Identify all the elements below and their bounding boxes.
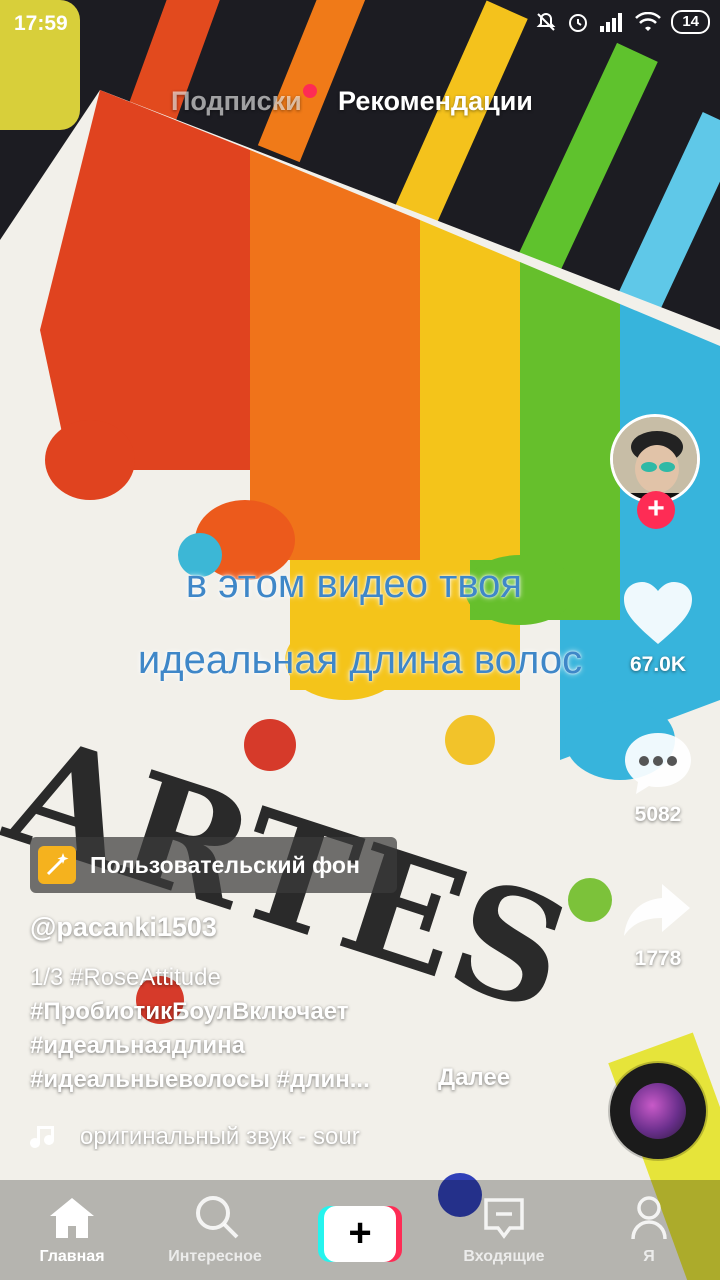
signal-icon	[600, 13, 623, 32]
nav-home-label: Главная	[39, 1248, 105, 1265]
music-cover	[630, 1083, 686, 1139]
effect-label: Пользовательский фон	[90, 851, 360, 878]
more-button[interactable]: Далее	[438, 1064, 510, 1092]
comment-icon	[625, 733, 691, 794]
comment-count: 5082	[634, 803, 682, 826]
music-disc[interactable]	[610, 1063, 706, 1159]
video-caption-line-1: в этом видео твоя	[185, 562, 523, 606]
nav-inbox-label: Входящие	[463, 1248, 545, 1265]
share-button[interactable]: 1778	[608, 880, 708, 971]
alarm-icon	[569, 14, 588, 32]
music-note-icon	[30, 1126, 54, 1148]
inbox-icon	[484, 1198, 524, 1239]
feed-tabs: Подписки Рекомендации	[0, 86, 720, 126]
description-line-1: 1/3 #RoseAttitude	[30, 964, 221, 991]
plus-icon: +	[324, 1206, 396, 1262]
tab-following[interactable]: Подписки	[171, 86, 302, 117]
heart-icon	[624, 582, 692, 644]
hashtag-link[interactable]: #идеальныеволосы #длин...	[30, 1066, 370, 1094]
follow-button[interactable]: +	[637, 491, 675, 529]
share-arrow-icon	[624, 884, 690, 936]
home-icon	[50, 1198, 94, 1238]
wifi-icon	[635, 12, 662, 31]
magic-wand-icon	[38, 846, 76, 884]
like-count: 67.0K	[629, 653, 687, 676]
mute-bell-icon	[536, 12, 556, 31]
status-bar: 17:59 14	[0, 0, 720, 46]
hashtag-link[interactable]: #идеальнаядлина	[30, 1032, 245, 1060]
nav-me-label: Я	[643, 1248, 655, 1265]
hashtag-link[interactable]: #ПробиотикБоулВключает	[30, 998, 348, 1026]
comment-button[interactable]: 5082	[608, 730, 708, 827]
status-time: 17:59	[14, 12, 68, 35]
create-button[interactable]: +	[318, 1206, 402, 1262]
avatar-image	[613, 417, 697, 501]
notification-dot	[303, 84, 317, 98]
tab-for-you[interactable]: Рекомендации	[338, 86, 533, 117]
music-title: оригинальный звук - sour	[80, 1123, 360, 1150]
like-button[interactable]: 67.0K	[608, 580, 708, 677]
share-count: 1778	[634, 947, 682, 970]
author-username[interactable]: @pacanki1503	[30, 912, 217, 943]
profile-icon	[631, 1196, 667, 1240]
battery-indicator: 14	[671, 10, 710, 34]
music-info[interactable]: оригинальный звук - sour	[30, 1122, 412, 1152]
effect-chip[interactable]: Пользовательский фон	[30, 837, 397, 893]
nav-explore-label: Интересное	[168, 1248, 262, 1265]
bottom-nav: Главная Интересное + Входящие Я	[0, 1180, 720, 1280]
search-icon	[196, 1196, 239, 1239]
status-icons: 14	[535, 10, 710, 34]
